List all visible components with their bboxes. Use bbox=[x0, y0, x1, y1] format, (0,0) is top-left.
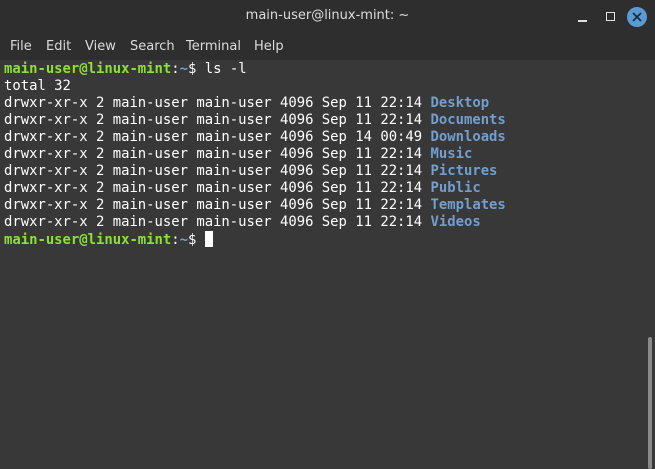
menu-search[interactable]: Search bbox=[130, 39, 175, 54]
entry-meta: drwxr-xr-x 2 main-user main-user 4096 Se… bbox=[4, 129, 431, 145]
menu-help[interactable]: Help bbox=[254, 39, 284, 54]
menu-file[interactable]: File bbox=[10, 39, 32, 54]
window-title: main-user@linux-mint: ~ bbox=[245, 8, 410, 23]
list-item: drwxr-xr-x 2 main-user main-user 4096 Se… bbox=[4, 163, 497, 180]
entry-name: Music bbox=[430, 146, 473, 162]
entry-meta: drwxr-xr-x 2 main-user main-user 4096 Se… bbox=[4, 112, 431, 128]
list-item: drwxr-xr-x 2 main-user main-user 4096 Se… bbox=[4, 197, 506, 214]
entry-meta: drwxr-xr-x 2 main-user main-user 4096 Se… bbox=[4, 146, 431, 162]
prompt-path: ~ bbox=[179, 232, 189, 248]
list-item: drwxr-xr-x 2 main-user main-user 4096 Se… bbox=[4, 129, 506, 146]
list-item: drwxr-xr-x 2 main-user main-user 4096 Se… bbox=[4, 95, 489, 112]
prompt-line[interactable]: main-user@linux-mint:~$ bbox=[4, 231, 213, 248]
entry-name: Videos bbox=[430, 214, 481, 230]
list-item: drwxr-xr-x 2 main-user main-user 4096 Se… bbox=[4, 146, 472, 163]
terminal-output[interactable]: main-user@linux-mint:~$ ls -l total 32 d… bbox=[0, 60, 645, 469]
command-text: ls -l bbox=[196, 61, 247, 77]
list-item: drwxr-xr-x 2 main-user main-user 4096 Se… bbox=[4, 180, 481, 197]
prompt-user: main-user@linux-mint bbox=[4, 232, 172, 248]
entry-meta: drwxr-xr-x 2 main-user main-user 4096 Se… bbox=[4, 163, 431, 179]
close-icon bbox=[627, 7, 647, 27]
entry-name: Pictures bbox=[430, 163, 498, 179]
prompt-symbol: $ bbox=[188, 232, 197, 248]
terminal-window: main-user@linux-mint: ~ File Edit View S… bbox=[0, 0, 655, 469]
minimize-button[interactable] bbox=[573, 7, 593, 27]
list-item: drwxr-xr-x 2 main-user main-user 4096 Se… bbox=[4, 214, 481, 231]
title-bar[interactable]: main-user@linux-mint: ~ bbox=[0, 0, 655, 34]
command-line: main-user@linux-mint:~$ ls -l bbox=[4, 61, 247, 78]
entry-meta: drwxr-xr-x 2 main-user main-user 4096 Se… bbox=[4, 214, 431, 230]
entry-name: Documents bbox=[430, 112, 506, 128]
prompt-path: ~ bbox=[179, 61, 189, 77]
entry-name: Public bbox=[430, 180, 481, 196]
maximize-icon bbox=[606, 12, 615, 21]
scrollbar-thumb[interactable] bbox=[648, 337, 652, 469]
menu-bar: File Edit View Search Terminal Help bbox=[0, 34, 655, 60]
text-cursor bbox=[204, 231, 213, 247]
entry-meta: drwxr-xr-x 2 main-user main-user 4096 Se… bbox=[4, 95, 431, 111]
maximize-button[interactable] bbox=[601, 7, 621, 27]
prompt-separator: : bbox=[171, 61, 180, 77]
list-item: drwxr-xr-x 2 main-user main-user 4096 Se… bbox=[4, 112, 506, 129]
entry-meta: drwxr-xr-x 2 main-user main-user 4096 Se… bbox=[4, 197, 431, 213]
entry-name: Desktop bbox=[430, 95, 490, 111]
entry-name: Downloads bbox=[430, 129, 506, 145]
total-line: total 32 bbox=[4, 78, 71, 94]
menu-terminal[interactable]: Terminal bbox=[186, 39, 241, 54]
prompt-separator: : bbox=[171, 232, 180, 248]
minimize-icon bbox=[578, 20, 587, 22]
prompt-user: main-user@linux-mint bbox=[4, 61, 172, 77]
close-button[interactable] bbox=[627, 7, 647, 27]
menu-view[interactable]: View bbox=[85, 39, 116, 54]
menu-edit[interactable]: Edit bbox=[46, 39, 71, 54]
scrollbar[interactable] bbox=[645, 60, 655, 469]
entry-meta: drwxr-xr-x 2 main-user main-user 4096 Se… bbox=[4, 180, 431, 196]
entry-name: Templates bbox=[430, 197, 506, 213]
